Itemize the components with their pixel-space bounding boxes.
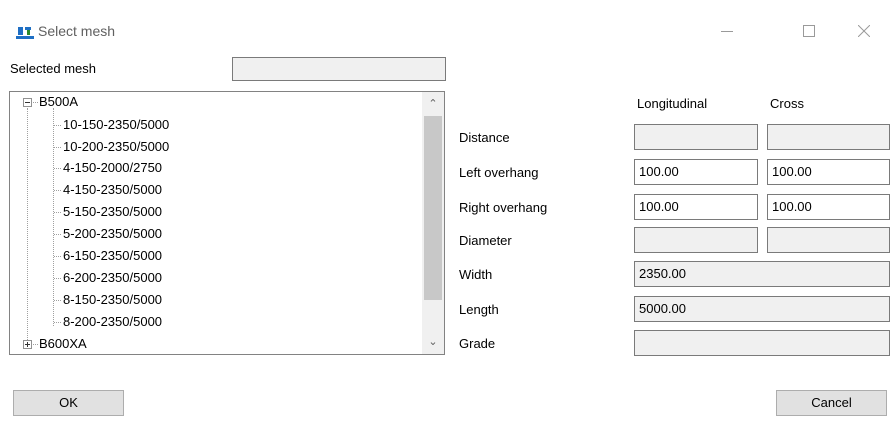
scroll-down-icon[interactable]: ⌄ [422,332,444,352]
right-overhang-longitudinal-input[interactable]: 100.00 [634,194,758,220]
right-overhang-cross-input[interactable]: 100.00 [767,194,890,220]
minimize-button[interactable] [704,14,750,48]
grade-field [634,330,890,356]
close-icon [858,25,870,37]
expand-icon[interactable] [23,340,32,349]
diameter-label: Diameter [459,233,512,248]
width-field: 2350.00 [634,261,890,287]
tree-connector-line [27,108,28,346]
title-bar[interactable]: Select mesh [0,0,890,56]
mesh-tree[interactable]: B500A 10-150-2350/5000 10-200-2350/5000 … [9,91,445,355]
left-overhang-label: Left overhang [459,165,539,180]
left-overhang-cross-input[interactable]: 100.00 [767,159,890,185]
tree-item[interactable]: 5-200-2350/5000 [63,226,162,242]
width-label: Width [459,267,493,282]
tree-item[interactable]: 4-150-2350/5000 [63,182,162,198]
length-field: 5000.00 [634,296,890,322]
tree-item[interactable]: 8-200-2350/5000 [63,314,162,330]
tree-group-b600xa[interactable]: B600XA [39,336,87,352]
close-button[interactable] [846,14,890,48]
tree-connector-line [53,108,54,326]
tree-group-b500a[interactable]: B500A [39,94,78,110]
length-label: Length [459,302,499,317]
selected-mesh-label: Selected mesh [10,61,96,76]
tree-item[interactable]: 10-150-2350/5000 [63,117,169,133]
minimize-icon [721,31,733,32]
tree-item[interactable]: 8-150-2350/5000 [63,292,162,308]
mesh-app-icon [16,27,34,39]
tree-item[interactable]: 6-150-2350/5000 [63,248,162,264]
tree-item[interactable]: 5-150-2350/5000 [63,204,162,220]
maximize-button[interactable] [786,14,832,48]
maximize-icon [803,25,815,37]
scrollbar-thumb[interactable] [424,116,442,300]
window-title: Select mesh [38,23,116,39]
ok-button[interactable]: OK [13,390,124,416]
scroll-up-icon[interactable]: ⌃ [422,94,444,114]
tree-item[interactable]: 10-200-2350/5000 [63,139,169,155]
diameter-cross-field [767,227,890,253]
cancel-button[interactable]: Cancel [776,390,887,416]
distance-label: Distance [459,130,510,145]
distance-longitudinal-field [634,124,758,150]
diameter-longitudinal-field [634,227,758,253]
right-overhang-label: Right overhang [459,200,548,215]
distance-cross-field [767,124,890,150]
left-overhang-longitudinal-input[interactable]: 100.00 [634,159,758,185]
tree-item[interactable]: 4-150-2000/2750 [63,160,162,176]
tree-item[interactable]: 6-200-2350/5000 [63,270,162,286]
selected-mesh-field [232,57,446,81]
longitudinal-header: Longitudinal [637,96,708,111]
collapse-icon[interactable] [23,98,32,107]
grade-label: Grade [459,336,496,351]
cross-header: Cross [770,96,804,111]
